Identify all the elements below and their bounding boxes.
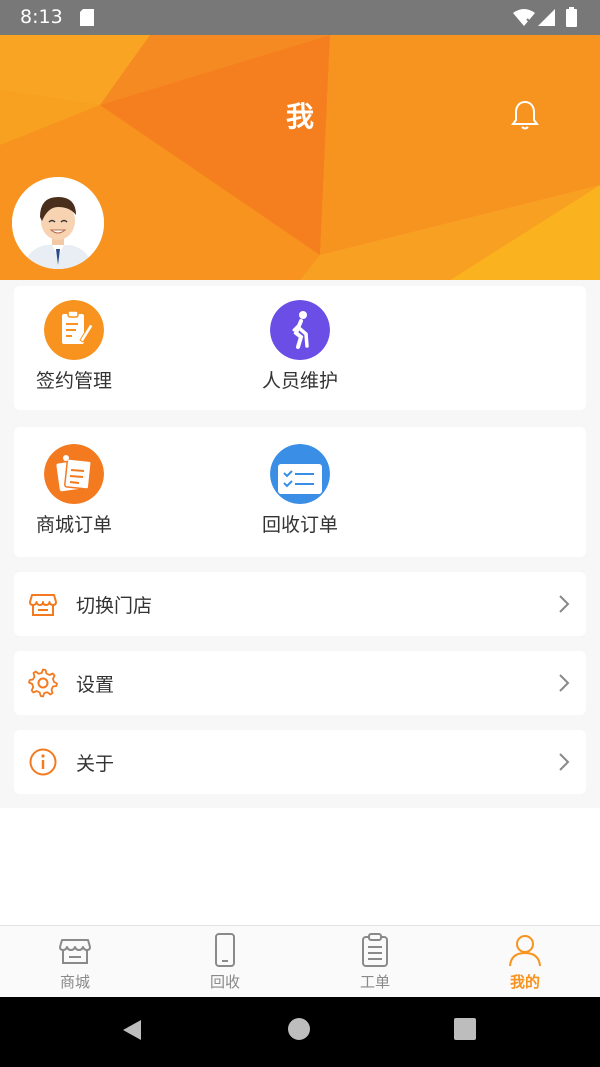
grid-item-staff[interactable]: 人员维护 [240, 300, 360, 393]
blank-area [0, 808, 600, 925]
walking-person-icon [270, 300, 330, 360]
row-label: 切换门店 [76, 595, 153, 617]
store-icon [29, 594, 57, 616]
info-icon [29, 748, 57, 776]
tab-label: 商城 [59, 973, 90, 991]
contract-icon [44, 300, 104, 360]
grid-label: 商城订单 [35, 514, 112, 536]
clipboard-icon [362, 933, 388, 967]
recent-apps-button[interactable] [454, 1018, 476, 1040]
status-time: 8:13 [20, 6, 63, 28]
person-icon [509, 935, 541, 967]
tab-label: 回收 [209, 973, 240, 991]
system-nav-bar [0, 997, 600, 1067]
signal-icon [538, 9, 555, 26]
avatar-icon [12, 177, 104, 269]
back-icon[interactable] [121, 1018, 143, 1042]
row-label: 设置 [76, 674, 115, 696]
tab-work-order[interactable]: 工单 [300, 926, 450, 998]
grid-item-mall-orders[interactable]: 商城订单 [14, 444, 134, 537]
bottom-tab-bar: 商城 回收 工单 我的 [0, 925, 600, 997]
grid-label: 回收订单 [261, 514, 338, 536]
management-card: 签约管理 人员维护 [14, 286, 586, 410]
row-label: 关于 [76, 753, 115, 775]
bell-icon[interactable] [510, 99, 540, 131]
profile-header: 我 [0, 35, 600, 280]
about-row[interactable]: 关于 [14, 730, 586, 794]
chevron-right-icon [559, 595, 570, 613]
tab-mine[interactable]: 我的 [450, 926, 600, 998]
grid-label: 人员维护 [261, 370, 338, 392]
battery-icon [566, 7, 577, 27]
content-area: 签约管理 人员维护 商城订单 回收订单 切换门店 设置 关于 [0, 280, 600, 808]
tab-mall[interactable]: 商城 [0, 926, 150, 998]
settings-row[interactable]: 设置 [14, 651, 586, 715]
avatar[interactable] [12, 177, 104, 269]
chevron-right-icon [559, 753, 570, 771]
wifi-icon [513, 9, 535, 26]
tab-label: 工单 [359, 973, 390, 991]
home-button[interactable] [288, 1018, 310, 1040]
orders-card: 商城订单 回收订单 [14, 427, 586, 557]
tab-label: 我的 [509, 973, 540, 991]
grid-item-contract[interactable]: 签约管理 [14, 300, 134, 393]
chevron-right-icon [559, 674, 570, 692]
sd-card-icon [80, 9, 94, 26]
gear-icon [28, 668, 58, 698]
status-bar: 8:13 [0, 0, 600, 35]
switch-store-row[interactable]: 切换门店 [14, 572, 586, 636]
tab-recycle[interactable]: 回收 [150, 926, 300, 998]
grid-item-recycle-orders[interactable]: 回收订单 [240, 444, 360, 537]
recycle-order-icon [270, 444, 330, 504]
mall-order-icon [44, 444, 104, 504]
grid-label: 签约管理 [35, 370, 112, 392]
mall-icon [59, 939, 91, 964]
phone-icon [215, 933, 235, 967]
